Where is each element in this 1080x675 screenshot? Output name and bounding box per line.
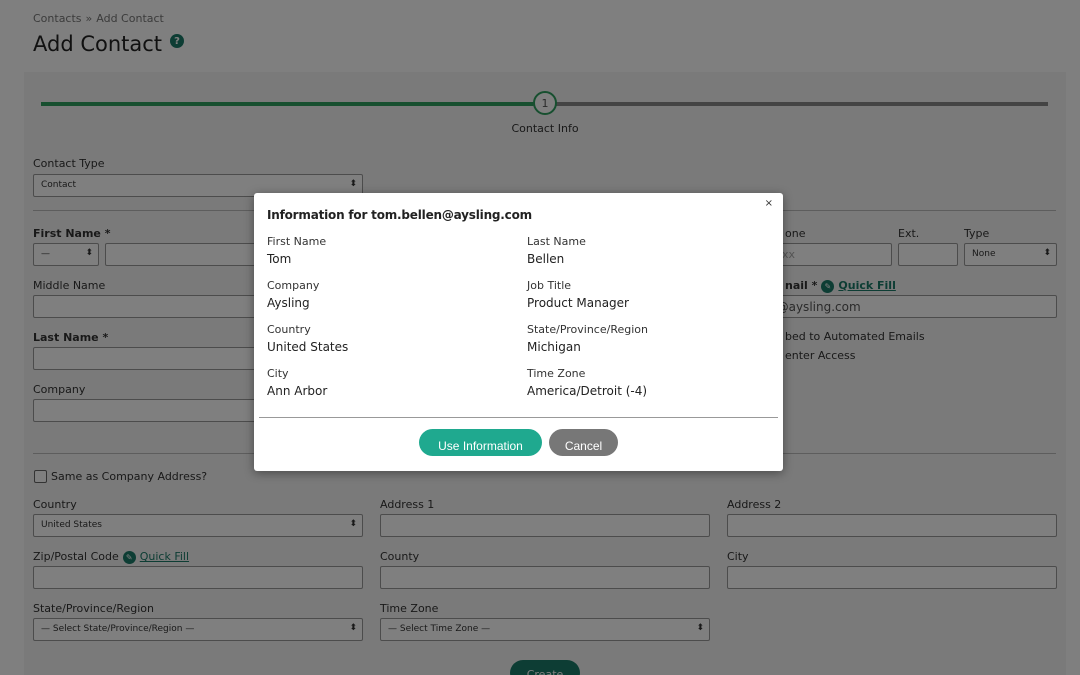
contact-info-modal: × Information for tom.bellen@aysling.com… [254,193,783,471]
modal-field-label: Last Name [527,235,586,248]
modal-field-value: United States [267,340,349,354]
modal-field-label: First Name [267,235,327,248]
modal-field-value: Bellen [527,252,565,266]
modal-field-value: Product Manager [527,296,629,310]
modal-field: State/Province/Region Michigan [527,323,648,354]
modal-field: Time Zone America/Detroit (-4) [527,367,647,398]
modal-field-value: America/Detroit (-4) [527,384,648,398]
modal-separator [259,417,778,418]
modal-field: City Ann Arbor [267,367,327,398]
modal-field-value: Tom [267,252,292,266]
use-information-button[interactable]: Use Information [419,429,542,456]
cancel-button[interactable]: Cancel [549,429,618,456]
modal-field-value: Aysling [267,296,310,310]
modal-field-label: Company [267,279,320,292]
modal-field: First Name Tom [267,235,326,266]
modal-field: Job Title Product Manager [527,279,629,310]
modal-field: Company Aysling [267,279,319,310]
modal-title: Information for tom.bellen@aysling.com [267,208,532,222]
modal-field-label: Country [267,323,311,336]
modal-field-label: Time Zone [527,367,586,380]
modal-field-label: Job Title [527,279,572,292]
modal-field-label: State/Province/Region [527,323,648,336]
close-icon[interactable]: × [765,198,773,209]
modal-field: Last Name Bellen [527,235,586,266]
modal-field-value: Michigan [527,340,581,354]
modal-field-label: City [267,367,289,380]
modal-field-value: Ann Arbor [267,384,328,398]
modal-field: Country United States [267,323,348,354]
